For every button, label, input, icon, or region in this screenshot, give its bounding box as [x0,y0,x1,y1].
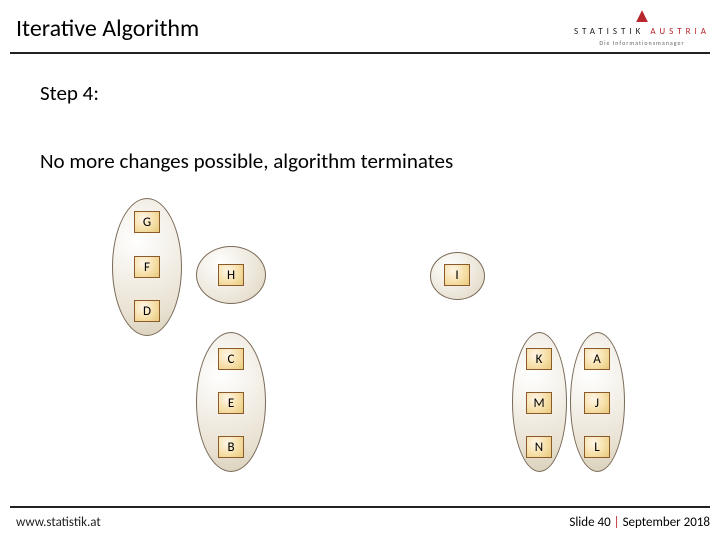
slide: ▲ STATISTIK AUSTRIA Die Informationsmana… [0,0,720,540]
footer-meta: Slide 40 | September 2018 [569,515,710,530]
node-d: D [134,300,160,322]
page-title: Iterative Algorithm [16,14,199,43]
node-h: H [218,264,244,286]
node-f: F [134,256,160,278]
title-rule [10,52,710,54]
node-c: C [218,348,244,370]
node-g: G [134,211,160,233]
node-j: J [584,392,610,414]
node-k: K [526,348,552,370]
footer-rule [10,506,710,508]
node-i: I [444,264,470,286]
node-m: M [526,392,552,414]
node-a: A [584,348,610,370]
step-heading: Step 4: [40,80,99,106]
logo-text-1: STATISTIK AUSTRIA [574,26,710,37]
footer-date: September 2018 [623,515,710,530]
footer-url: www.statistik.at [16,515,101,530]
logo-icon: ▲ [574,6,710,26]
node-e: E [218,392,244,414]
node-b: B [218,436,244,458]
node-n: N [526,436,552,458]
logo-text-2: Die Informationsmanager [574,39,710,47]
slide-number: Slide 40 [569,515,610,530]
brand-logo: ▲ STATISTIK AUSTRIA Die Informationsmana… [574,6,710,47]
footer-sep: | [611,515,623,530]
logo-text-accent: AUSTRIA [650,26,710,37]
step-description: No more changes possible, algorithm term… [40,148,453,174]
node-l: L [584,436,610,458]
logo-text-pre: STATISTIK [574,26,650,37]
